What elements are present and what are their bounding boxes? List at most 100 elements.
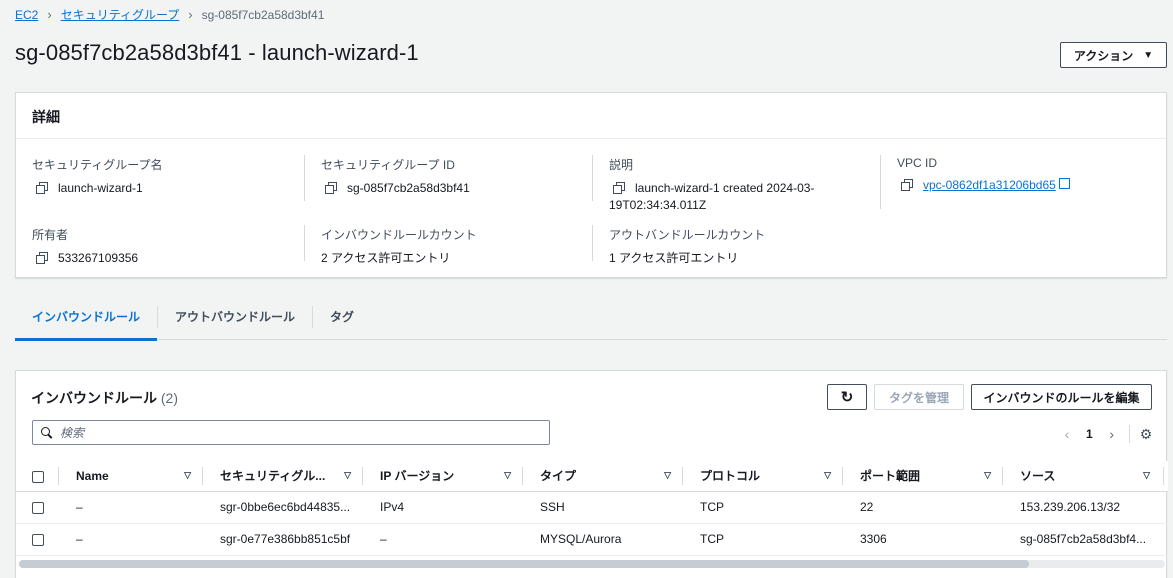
column-header-rule-id[interactable]: セキュリティグル... ▽ <box>203 461 363 492</box>
previous-page-icon[interactable]: ‹ <box>1060 426 1074 442</box>
refresh-button[interactable]: ↻ <box>827 384 867 410</box>
column-header-type-label: タイプ <box>540 469 577 484</box>
rules-title: インバウンドルール (2) <box>31 388 178 408</box>
sort-icon[interactable]: ▽ <box>984 470 991 481</box>
cell-port-range: 22 <box>843 491 1003 524</box>
pagination: ‹ 1 › ⚙ <box>1060 425 1152 443</box>
column-header-port-range-label: ポート範囲 <box>860 469 921 484</box>
inbound-count-label: インバウンドルールカウント <box>321 228 477 242</box>
scrollbar-thumb[interactable] <box>19 560 1029 568</box>
column-header-source[interactable]: ソース ▽ <box>1003 461 1168 492</box>
breadcrumb-separator-icon: › <box>188 7 193 22</box>
description-line1: launch-wizard-1 created 2024-03- <box>635 181 815 195</box>
select-all-checkbox[interactable] <box>32 470 44 483</box>
description-label: 説明 <box>609 158 634 172</box>
group-name-value: launch-wizard-1 <box>58 181 143 195</box>
search-input[interactable] <box>60 425 540 440</box>
cell-port-range: 3306 <box>843 523 1003 556</box>
current-page[interactable]: 1 <box>1086 427 1093 441</box>
cell-type: MYSQL/Aurora <box>523 523 683 556</box>
group-id-value: sg-085f7cb2a58d3bf41 <box>347 181 470 195</box>
select-all-cell <box>16 461 59 492</box>
next-page-icon[interactable]: › <box>1105 426 1119 442</box>
group-name-label: セキュリティグループ名 <box>32 158 163 172</box>
divider <box>304 225 305 261</box>
sort-icon[interactable]: ▽ <box>1143 470 1150 481</box>
sort-icon[interactable]: ▽ <box>344 470 351 481</box>
breadcrumb-ec2-link[interactable]: EC2 <box>15 8 38 22</box>
cell-rule-id: sgr-0bbe6ec6bd44835... <box>203 491 363 524</box>
column-divider[interactable] <box>1163 467 1164 485</box>
column-header-ip-version-label: IP バージョン <box>380 469 455 484</box>
external-link-icon <box>1058 178 1070 189</box>
description-field: 説明 launch-wizard-1 created 2024-03- 19T0… <box>609 156 814 214</box>
description-line2: 19T02:34:34.011Z <box>609 198 707 212</box>
cell-source: sg-085f7cb2a58d3bf4... <box>1003 523 1168 556</box>
details-header: 詳細 <box>16 93 1166 139</box>
tab-tags[interactable]: タグ <box>313 294 371 340</box>
cell-name: – <box>59 491 203 524</box>
sort-icon[interactable]: ▽ <box>184 470 191 481</box>
inbound-rules-panel: インバウンドルール (2) ↻ タグを管理 インバウンドのルールを編集 ‹ 1 … <box>15 370 1168 578</box>
copy-icon[interactable] <box>36 252 48 264</box>
column-header-type[interactable]: タイプ ▽ <box>523 461 683 492</box>
pager-divider <box>1128 425 1130 443</box>
breadcrumb-separator-icon: › <box>47 7 52 22</box>
breadcrumb-security-groups-link[interactable]: セキュリティグループ <box>61 6 180 23</box>
horizontal-scrollbar[interactable] <box>19 560 1165 568</box>
cell-type: SSH <box>523 491 683 524</box>
cell-source: 153.239.206.13/32 <box>1003 491 1168 524</box>
edit-inbound-rules-button[interactable]: インバウンドのルールを編集 <box>971 384 1152 410</box>
rules-title-text: インバウンドルール <box>31 390 157 406</box>
copy-icon[interactable] <box>613 182 625 194</box>
column-header-port-range[interactable]: ポート範囲 ▽ <box>843 461 1003 492</box>
vpc-id-field: VPC ID vpc-0862df1a31206bd65 <box>897 156 1070 194</box>
tab-inbound-rules[interactable]: インバウンドルール <box>15 294 158 341</box>
search-icon <box>41 427 52 438</box>
settings-gear-icon[interactable]: ⚙ <box>1140 426 1153 443</box>
actions-button-label: アクション <box>1073 48 1134 63</box>
column-header-protocol[interactable]: プロトコル ▽ <box>683 461 843 492</box>
column-header-rule-id-label: セキュリティグル... <box>220 469 326 484</box>
caret-down-icon: ▼ <box>1143 49 1154 61</box>
sort-icon[interactable]: ▽ <box>664 470 671 481</box>
vpc-id-link[interactable]: vpc-0862df1a31206bd65 <box>923 177 1056 194</box>
refresh-icon: ↻ <box>840 389 854 406</box>
column-header-protocol-label: プロトコル <box>700 469 761 484</box>
table-row[interactable]: – sgr-0bbe6ec6bd44835... IPv4 SSH TCP 22… <box>16 491 1168 524</box>
breadcrumb-current: sg-085f7cb2a58d3bf41 <box>201 7 325 22</box>
table-row[interactable]: – sgr-0e77e386bb851c5bf – MYSQL/Aurora T… <box>16 523 1168 556</box>
group-id-field: セキュリティグループ ID sg-085f7cb2a58d3bf41 <box>321 156 470 197</box>
owner-value: 533267109356 <box>58 251 139 265</box>
search-field <box>32 420 550 445</box>
copy-icon[interactable] <box>36 182 48 194</box>
owner-field: 所有者 533267109356 <box>32 226 138 267</box>
divider <box>592 225 593 261</box>
sort-icon[interactable]: ▽ <box>824 470 831 481</box>
cell-ip-version: – <box>363 523 523 556</box>
outbound-count-label: アウトバンドルールカウント <box>609 228 766 242</box>
column-header-ip-version[interactable]: IP バージョン ▽ <box>363 461 523 492</box>
copy-icon[interactable] <box>325 182 337 194</box>
column-header-name[interactable]: Name ▽ <box>59 461 203 492</box>
breadcrumb: EC2 › セキュリティグループ › sg-085f7cb2a58d3bf41 <box>15 6 324 23</box>
tab-outbound-rules[interactable]: アウトバウンドルール <box>158 294 312 340</box>
inbound-count-field: インバウンドルールカウント 2 アクセス許可エントリ <box>321 226 477 267</box>
copy-icon[interactable] <box>901 179 913 191</box>
row-checkbox[interactable] <box>32 501 44 514</box>
sort-icon[interactable]: ▽ <box>504 470 511 481</box>
table-header-row: Name ▽ セキュリティグル... ▽ IP バージョン ▽ タイプ ▽ プロトコル ▽… <box>16 461 1168 492</box>
vpc-id-label: VPC ID <box>897 156 938 170</box>
cell-rule-id: sgr-0e77e386bb851c5bf <box>203 523 363 556</box>
manage-tags-button[interactable]: タグを管理 <box>874 384 964 410</box>
outbound-count-field: アウトバンドルールカウント 1 アクセス許可エントリ <box>609 226 765 267</box>
tab-list: インバウンドルール アウトバウンドルール タグ <box>15 294 1167 341</box>
cell-name: – <box>59 523 203 556</box>
group-name-field: セキュリティグループ名 launch-wizard-1 <box>32 156 163 197</box>
owner-label: 所有者 <box>32 228 69 242</box>
actions-button[interactable]: アクション ▼ <box>1060 42 1167 68</box>
cell-protocol: TCP <box>683 523 843 556</box>
row-checkbox[interactable] <box>32 533 44 546</box>
divider <box>880 155 881 209</box>
rules-count: (2) <box>160 390 179 406</box>
